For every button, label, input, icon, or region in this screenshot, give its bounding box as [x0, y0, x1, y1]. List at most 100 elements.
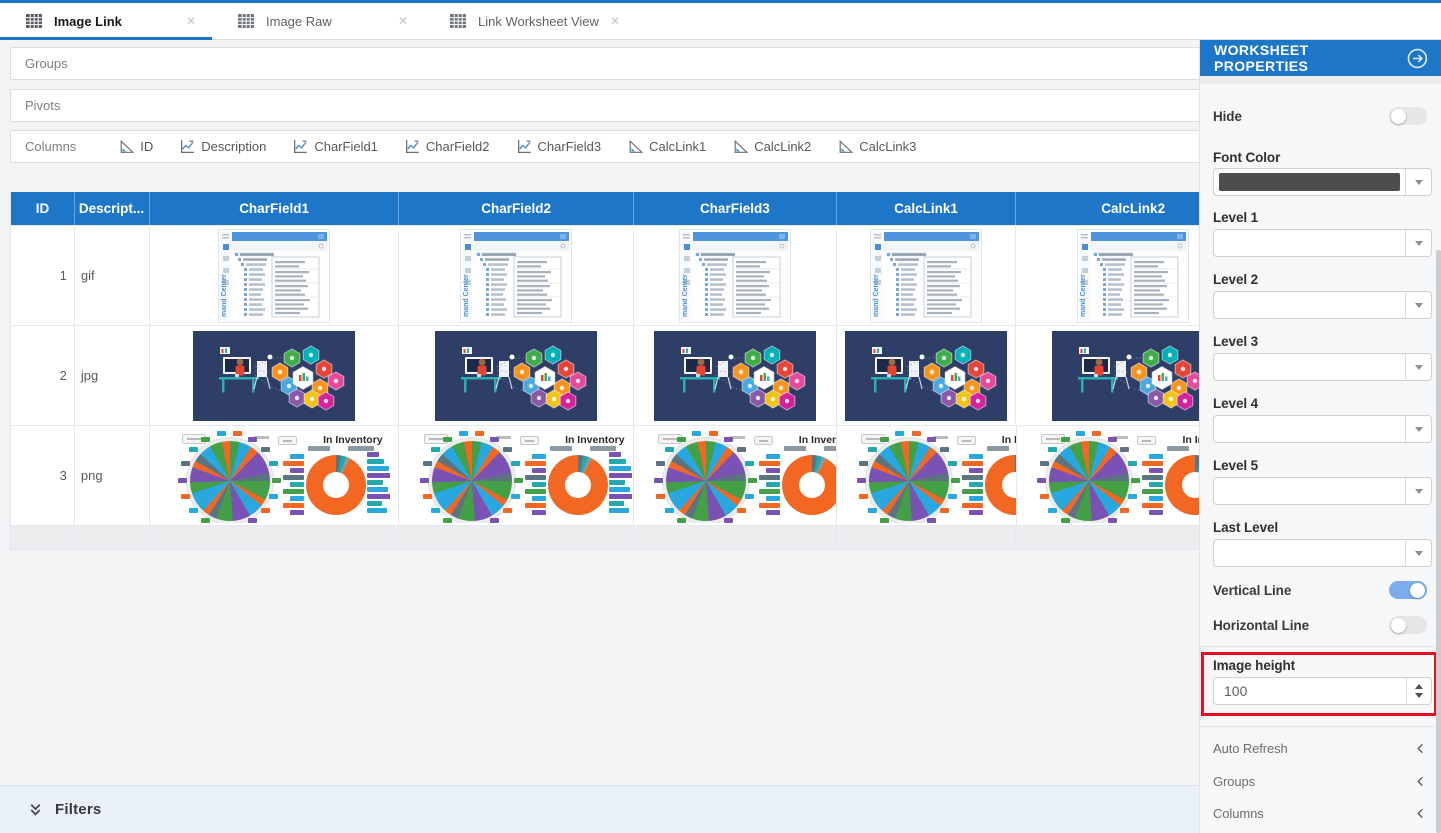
pie-chart — [432, 441, 512, 521]
charts-thumbnail[interactable]: In Inventory — [158, 429, 390, 523]
chevron-left-icon — [1414, 775, 1427, 788]
ui-screenshot-thumbnail[interactable]: mand Center — [218, 229, 330, 323]
pie-chart — [869, 441, 949, 521]
infographic-thumbnail[interactable] — [1052, 331, 1199, 421]
image-cell: mand Center — [149, 225, 399, 325]
image-cell — [836, 325, 1016, 425]
worksheet-tab-bar: Image Link ✕ Image Raw ✕ Link Worksheet … — [0, 3, 1441, 40]
toggle-knob — [1410, 583, 1425, 598]
double-chevron-icon — [28, 802, 43, 817]
ui-screenshot-thumbnail[interactable]: mand Center — [870, 229, 982, 323]
worksheet-grid-icon — [448, 11, 468, 31]
image-cell: mand Center — [836, 225, 1016, 325]
level-1-select[interactable] — [1213, 229, 1432, 257]
infographic-thumbnail[interactable] — [845, 331, 1007, 421]
column-chip-id[interactable]: ID — [118, 138, 153, 155]
tab-image-raw[interactable]: Image Raw ✕ — [212, 3, 424, 39]
footer-cell — [11, 525, 74, 549]
ui-screenshot-thumbnail[interactable]: mand Center — [679, 229, 791, 323]
panel-title: WORKSHEET PROPERTIES — [1214, 42, 1406, 74]
pivots-dropzone[interactable]: Pivots — [10, 89, 1199, 122]
tab-label: Link Worksheet View — [478, 14, 599, 29]
dropdown-segment — [1405, 292, 1431, 318]
section-auto-refresh[interactable]: Auto Refresh — [1213, 738, 1427, 758]
level-5-select[interactable] — [1213, 477, 1432, 505]
column-chip-description[interactable]: Description — [179, 138, 266, 155]
level-4-select[interactable] — [1213, 415, 1432, 443]
section-columns[interactable]: Columns — [1213, 803, 1427, 823]
tab-close-icon[interactable]: ✕ — [394, 12, 412, 30]
tab-close-icon[interactable]: ✕ — [182, 12, 200, 30]
column-header[interactable]: Descript... — [74, 192, 149, 225]
charts-thumbnail[interactable]: In Inventory — [400, 429, 632, 523]
ui-screenshot-thumbnail[interactable]: mand Center — [460, 229, 572, 323]
column-chip-calclink3[interactable]: CalcLink3 — [837, 138, 916, 155]
column-header[interactable]: CalcLink1 — [836, 192, 1016, 225]
footer-cell — [633, 525, 836, 549]
column-chip-charfield1[interactable]: CharField1 — [292, 138, 378, 155]
chart-button — [520, 436, 539, 445]
id-cell: 2 — [11, 325, 74, 425]
hide-toggle[interactable] — [1389, 107, 1427, 125]
donut-chart — [1165, 455, 1199, 515]
level-3-select[interactable] — [1213, 353, 1432, 381]
infographic-thumbnail[interactable] — [193, 331, 355, 421]
chevron-left-icon — [1414, 742, 1427, 755]
column-chip-charfield2[interactable]: CharField2 — [404, 138, 490, 155]
column-chip-label: CalcLink2 — [754, 139, 811, 154]
top-accent-line — [0, 0, 1441, 3]
hide-label: Hide — [1213, 109, 1242, 124]
filters-label: Filters — [55, 801, 101, 818]
tab-label: Image Link — [54, 14, 122, 29]
section-label: Groups — [1213, 774, 1255, 789]
panel-scrollbar[interactable] — [1436, 250, 1441, 833]
image-cell: In Inventory — [1016, 425, 1199, 525]
tab-link-worksheet-view[interactable]: Link Worksheet View ✕ — [424, 3, 636, 39]
ui-screenshot-thumbnail[interactable]: mand Center — [1077, 229, 1189, 323]
groups-dropzone-label: Groups — [25, 56, 68, 71]
font-color-label: Font Color — [1213, 150, 1280, 165]
collapse-panel-arrow-right-icon[interactable] — [1406, 47, 1429, 70]
font-color-picker[interactable] — [1213, 168, 1432, 196]
dropdown-segment — [1405, 230, 1431, 256]
section-groups[interactable]: Groups — [1213, 771, 1427, 791]
column-header[interactable]: CharField2 — [398, 192, 633, 225]
chevron-down-icon — [1415, 551, 1423, 556]
groups-dropzone[interactable]: Groups — [10, 47, 1199, 80]
last-level-select[interactable] — [1213, 539, 1432, 567]
infographic-thumbnail[interactable] — [654, 331, 816, 421]
chevron-down-icon — [1415, 365, 1423, 370]
charts-thumbnail[interactable]: In Inventory — [1017, 429, 1199, 523]
chart-button — [278, 436, 297, 445]
image-height-stepper[interactable] — [1406, 678, 1431, 704]
worksheet-properties-panel: WORKSHEET PROPERTIES Hide Font Color Lev… — [1199, 40, 1441, 833]
tab-image-link[interactable]: Image Link ✕ — [0, 3, 212, 39]
filters-expander[interactable]: Filters — [0, 785, 1199, 833]
vertical-line-toggle[interactable] — [1389, 581, 1427, 599]
spinner-up-icon[interactable] — [1415, 684, 1423, 689]
columns-bar-label: Columns — [25, 139, 76, 154]
column-chip-charfield3[interactable]: CharField3 — [516, 138, 602, 155]
charts-thumbnail[interactable]: In Inventory — [837, 429, 1016, 523]
column-header[interactable]: CalcLink2 — [1015, 192, 1199, 225]
image-height-input[interactable] — [1214, 678, 1405, 704]
column-header[interactable]: ID — [11, 192, 74, 225]
column-header[interactable]: CharField1 — [149, 192, 399, 225]
donut-title: In Inventory — [977, 434, 1016, 446]
chart-button — [1137, 436, 1156, 445]
charts-thumbnail[interactable]: In Inventory — [634, 429, 836, 523]
tab-close-icon[interactable]: ✕ — [606, 12, 624, 30]
horizontal-line-toggle[interactable] — [1389, 616, 1427, 634]
dropdown-segment — [1405, 478, 1431, 504]
donut-chart — [306, 455, 366, 515]
column-chip-label: CalcLink1 — [649, 139, 706, 154]
column-header[interactable]: CharField3 — [633, 192, 836, 225]
donut-title: In Inventory — [1157, 434, 1199, 446]
spinner-down-icon[interactable] — [1415, 693, 1423, 698]
infographic-thumbnail[interactable] — [435, 331, 597, 421]
dropdown-segment — [1405, 169, 1431, 195]
column-chip-calclink1[interactable]: CalcLink1 — [627, 138, 706, 155]
level-2-select[interactable] — [1213, 291, 1432, 319]
svg-text:mand Center: mand Center — [1080, 273, 1087, 316]
column-chip-calclink2[interactable]: CalcLink2 — [732, 138, 811, 155]
